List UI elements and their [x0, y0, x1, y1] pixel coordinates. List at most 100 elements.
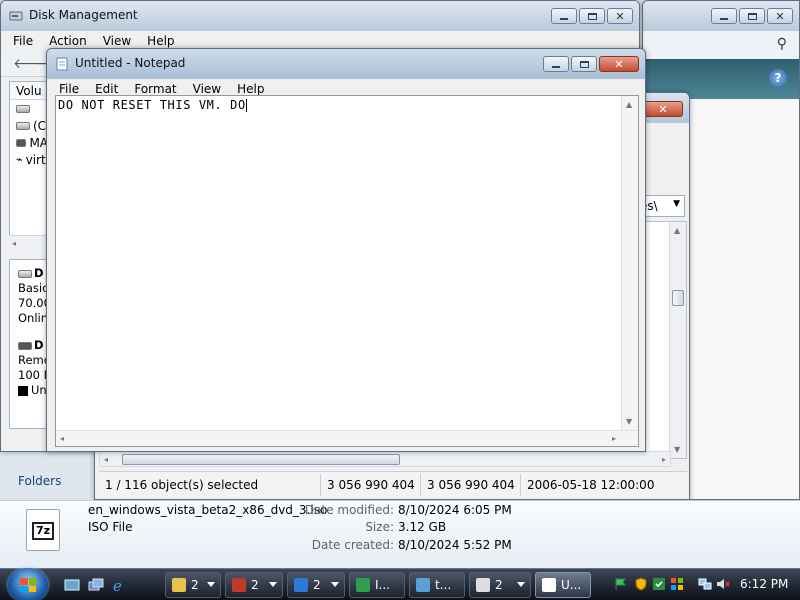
taskbar-item-t[interactable]: t...	[409, 572, 465, 598]
status-size: 3 056 990 404	[321, 473, 421, 496]
disk-management-icon	[232, 578, 246, 592]
caption-buttons: ✕	[543, 56, 639, 72]
taskbar: e 2 2 2 I... t... 2 U... 6:12 PM	[0, 568, 800, 600]
close-button[interactable]: ✕	[643, 101, 683, 117]
archive-file-icon: 7z	[26, 509, 60, 551]
text-editor[interactable]: DO NOT RESET THIS VM. DO ▲ ▼ ◂ ▸	[55, 95, 639, 447]
titlebar: Disk Management ✕	[1, 1, 639, 31]
minimize-button[interactable]	[711, 8, 737, 24]
volume-row[interactable]: (C	[10, 117, 48, 134]
horizontal-scrollbar[interactable]: ◂ ▸	[99, 451, 671, 467]
cd-drive-icon	[16, 138, 27, 147]
notepad-window: Untitled - Notepad ✕ File Edit Format Vi…	[46, 48, 646, 452]
size-label: Size:	[365, 520, 394, 534]
volume-list: Volu (C MA ⌁ virt	[9, 81, 49, 251]
usb-icon: ⌁	[16, 153, 23, 166]
svg-text:e: e	[113, 577, 122, 593]
chevron-down-icon	[517, 582, 525, 587]
notepad-icon	[542, 578, 556, 592]
file-type: ISO File	[88, 520, 133, 534]
7zip-icon	[476, 578, 490, 592]
switch-windows-icon[interactable]	[88, 577, 104, 593]
horizontal-scrollbar[interactable]: ◂	[9, 235, 49, 251]
maximize-button[interactable]	[579, 8, 605, 24]
internet-explorer-icon	[294, 578, 308, 592]
tray-app-icon[interactable]	[670, 577, 684, 591]
taskbar-item-notepad[interactable]: U...	[535, 572, 591, 598]
disk-0-block[interactable]: D Basic 70.00 Onlin	[10, 260, 51, 326]
chevron-down-icon	[207, 582, 215, 587]
horizontal-scrollbar[interactable]: ◂ ▸	[56, 430, 638, 446]
disk-icon	[18, 269, 32, 278]
search-icon[interactable]: ⚲	[777, 36, 787, 52]
chevron-down-icon	[269, 582, 277, 587]
taskbar-group-7zip[interactable]: 2	[469, 572, 531, 598]
vertical-scrollbar[interactable]: ▲ ▼	[621, 96, 638, 446]
date-created-value: 8/10/2024 5:52 PM	[398, 538, 512, 552]
status-date: 2006-05-18 12:00:00	[527, 477, 655, 492]
chevron-down-icon	[331, 582, 339, 587]
close-button[interactable]: ✕	[599, 56, 639, 72]
maximize-button[interactable]	[571, 56, 597, 72]
minimize-button[interactable]	[551, 8, 577, 24]
window-title: Untitled - Notepad	[75, 56, 186, 70]
help-icon[interactable]: ?	[769, 69, 787, 87]
titlebar: ✕	[643, 1, 799, 31]
windows-logo-icon	[20, 578, 36, 592]
clock[interactable]: 6:12 PM	[740, 577, 788, 591]
maximize-button[interactable]	[739, 8, 765, 24]
column-header-volume[interactable]: Volu	[10, 82, 48, 100]
scroll-thumb[interactable]	[672, 290, 684, 306]
drive-icon	[16, 121, 30, 130]
disk-map: D Basic 70.00 Onlin D Remo 100 M Una	[9, 259, 54, 429]
volume-muted-icon[interactable]	[716, 577, 730, 591]
minimize-button[interactable]	[543, 56, 569, 72]
internet-explorer-icon[interactable]: e	[111, 577, 127, 593]
menu-file[interactable]: File	[5, 31, 41, 51]
titlebar: Untitled - Notepad ✕	[47, 49, 645, 79]
date-modified-label: Date modified:	[304, 503, 394, 517]
taskbar-item-install[interactable]: I...	[349, 572, 405, 598]
caption-buttons: ✕	[643, 101, 683, 117]
text-caret	[245, 99, 247, 112]
status-selection: 1 / 116 object(s) selected	[99, 473, 321, 496]
disk-management-icon	[9, 11, 23, 21]
close-button[interactable]: ✕	[767, 8, 793, 24]
taskbar-group-ie[interactable]: 2	[287, 572, 345, 598]
flag-icon	[356, 578, 370, 592]
status-bar: 1 / 116 object(s) selected 3 056 990 404…	[99, 471, 687, 497]
chevron-down-icon[interactable]: ▼	[673, 199, 680, 209]
folder-icon	[172, 578, 186, 592]
date-modified-value: 8/10/2024 6:05 PM	[398, 503, 512, 517]
status-packed-size: 3 056 990 404	[421, 473, 521, 496]
notepad-icon	[56, 57, 68, 71]
search-bar[interactable]: ⚲	[643, 31, 799, 59]
updates-icon[interactable]	[652, 577, 666, 591]
disk-1-block[interactable]: D Remo 100 M Una	[10, 326, 54, 398]
scroll-thumb[interactable]	[122, 454, 400, 465]
caption-buttons: ✕	[551, 8, 633, 24]
window-title: Disk Management	[29, 8, 138, 22]
folders-toggle[interactable]: Folders	[18, 474, 61, 488]
size-value: 3.12 GB	[398, 520, 447, 534]
taskbar-group-disk[interactable]: 2	[225, 572, 283, 598]
security-shield-icon[interactable]	[634, 577, 648, 591]
volume-row[interactable]	[10, 100, 48, 117]
flag-icon[interactable]	[614, 577, 628, 591]
volume-row[interactable]: ⌁ virt	[10, 151, 48, 168]
taskbar-group-folders[interactable]: 2	[165, 572, 221, 598]
unallocated-legend-swatch	[18, 385, 28, 396]
date-created-label: Date created:	[311, 538, 394, 552]
caption-buttons: ✕	[711, 8, 793, 24]
network-icon[interactable]	[698, 577, 712, 591]
volume-row[interactable]: MA	[10, 134, 48, 151]
close-button[interactable]: ✕	[607, 8, 633, 24]
back-arrow-icon[interactable]: 🡐	[13, 57, 51, 71]
network-icon	[416, 578, 430, 592]
show-desktop-icon[interactable]	[64, 577, 80, 593]
start-button[interactable]	[8, 568, 48, 600]
details-pane: Folders 7z en_windows_vista_beta2_x86_dv…	[0, 474, 800, 568]
cd-drive-icon	[18, 341, 32, 350]
vertical-scrollbar[interactable]: ▲ ▼	[669, 222, 686, 458]
document-text[interactable]: DO NOT RESET THIS VM. DO	[58, 98, 246, 112]
